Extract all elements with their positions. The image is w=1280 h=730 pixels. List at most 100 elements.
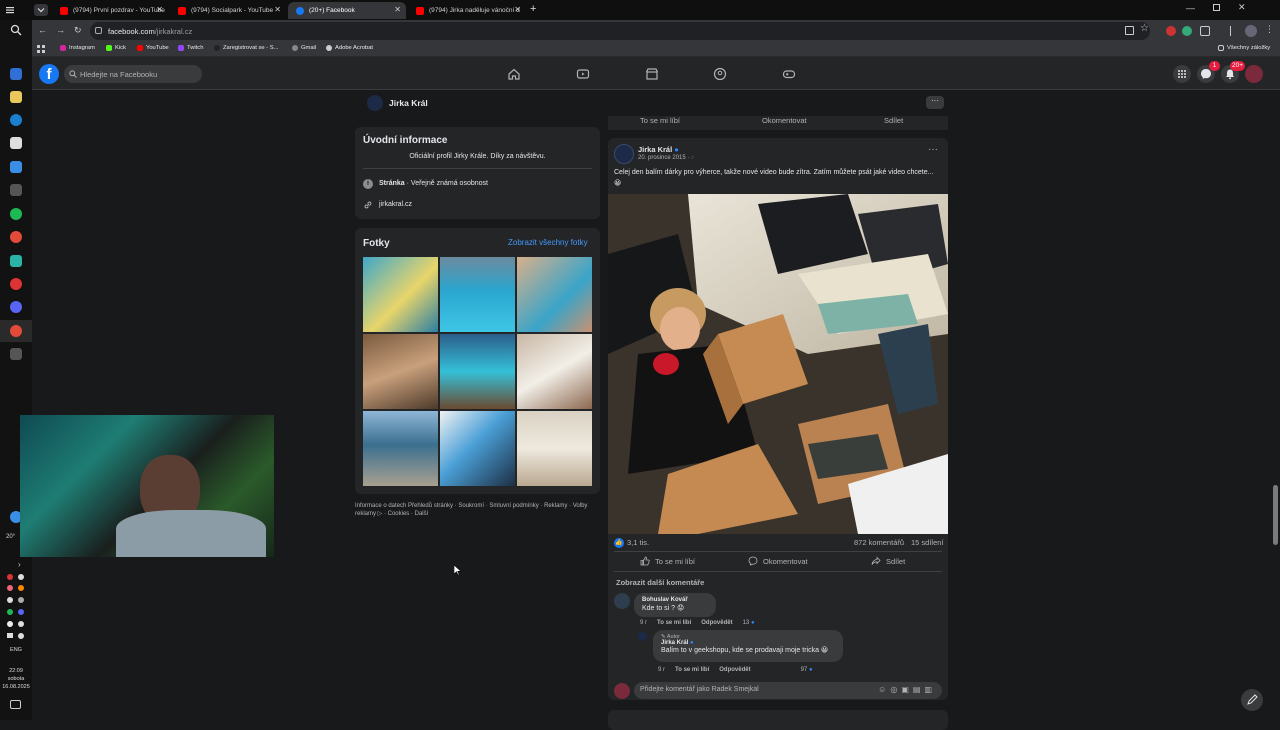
- shares-count[interactable]: 15 sdílení: [911, 538, 944, 547]
- extensions-puzzle-icon[interactable]: [1200, 26, 1210, 36]
- view-more-comments-link[interactable]: Zobrazit další komentáře: [616, 578, 704, 587]
- like-button[interactable]: To se mi líbí: [640, 116, 680, 125]
- current-user-avatar[interactable]: [614, 683, 630, 699]
- edge-icon[interactable]: [10, 114, 22, 126]
- url-field[interactable]: facebook.com/jirkakral.cz: [90, 22, 1150, 40]
- facebook-search-input[interactable]: Hledejte na Facebooku: [64, 65, 202, 83]
- reply-author-avatar[interactable]: [638, 632, 647, 641]
- comment-tools-icons[interactable]: ☺◎▣▤▥: [878, 685, 936, 694]
- bookmark-acrobat[interactable]: Adobe Acrobat: [326, 45, 373, 51]
- all-bookmarks[interactable]: Všechny záložky: [1218, 45, 1270, 51]
- bookmark-youtube[interactable]: YouTube: [137, 45, 169, 51]
- post-author-avatar[interactable]: [614, 144, 634, 164]
- reply-reactions[interactable]: 97 ●: [801, 667, 813, 673]
- close-icon[interactable]: ✕: [156, 5, 163, 14]
- app-icon-3[interactable]: [10, 255, 22, 267]
- bookmark-star-icon[interactable]: ☆: [1140, 23, 1149, 34]
- jetbrains-icon[interactable]: [10, 184, 22, 196]
- site-info-icon[interactable]: [95, 27, 102, 34]
- comment-time[interactable]: 9 r: [640, 620, 647, 626]
- windows-menu-icon[interactable]: [4, 4, 16, 16]
- extension-icon-2[interactable]: [1182, 26, 1192, 36]
- post-image[interactable]: [608, 194, 948, 534]
- close-icon[interactable]: ✕: [274, 5, 281, 14]
- back-icon[interactable]: ←: [38, 25, 47, 35]
- website-link[interactable]: jirkakral.cz: [379, 201, 412, 208]
- post-author[interactable]: Jirka Král ●: [638, 145, 679, 154]
- photo-thumbnail[interactable]: [363, 411, 438, 486]
- photo-thumbnail[interactable]: [363, 334, 438, 409]
- bookmark-instagram[interactable]: Instagram: [60, 45, 95, 51]
- search-icon[interactable]: [10, 24, 22, 36]
- browser-menu-icon[interactable]: ⋮: [1265, 24, 1274, 35]
- menu-grid-button[interactable]: [1173, 65, 1191, 83]
- photo-thumbnail[interactable]: [517, 411, 592, 486]
- comments-count[interactable]: 872 komentářů: [854, 538, 904, 547]
- obs-icon[interactable]: [10, 278, 22, 290]
- photo-thumbnail[interactable]: [440, 411, 515, 486]
- share-button[interactable]: Sdílet: [871, 556, 905, 566]
- groups-icon[interactable]: [713, 67, 727, 81]
- page-avatar[interactable]: [367, 95, 383, 111]
- photo-thumbnail[interactable]: [440, 334, 515, 409]
- maximize-icon[interactable]: [1213, 4, 1220, 11]
- new-tab-icon[interactable]: +: [530, 3, 536, 15]
- bookmark-register[interactable]: Zaregistrovat se - S...: [214, 45, 278, 51]
- notification-center-icon[interactable]: [10, 700, 21, 709]
- photo-thumbnail[interactable]: [517, 334, 592, 409]
- comment-reply-button[interactable]: Odpovědět: [701, 620, 732, 626]
- comment-author[interactable]: Bohuslav Kovář: [642, 597, 708, 603]
- photo-thumbnail[interactable]: [440, 257, 515, 332]
- folder-icon[interactable]: [10, 91, 22, 103]
- bookmark-gmail[interactable]: Gmail: [292, 45, 316, 51]
- clock[interactable]: 22:09 sobota 16.08.2025: [0, 667, 32, 691]
- more-options-button[interactable]: ···: [926, 96, 944, 109]
- discord-icon[interactable]: [10, 301, 22, 313]
- video-icon[interactable]: [576, 67, 590, 81]
- share-button[interactable]: Sdílet: [884, 116, 903, 125]
- spotify-icon[interactable]: [10, 208, 22, 220]
- comment-button[interactable]: Okomentovat: [748, 556, 808, 566]
- commenter-avatar[interactable]: [614, 593, 630, 609]
- extension-icon[interactable]: [1166, 26, 1176, 36]
- bookmark-twitch[interactable]: Twitch: [178, 45, 203, 51]
- comment-input[interactable]: Přidejte komentář jako Radek Smejkal ☺◎▣…: [634, 682, 942, 699]
- footer-links[interactable]: Informace o datech Přehledů stránky · So…: [355, 502, 600, 518]
- tab-groups-icon[interactable]: [1230, 26, 1240, 36]
- minimize-icon[interactable]: —: [1186, 3, 1195, 13]
- facebook-logo-icon[interactable]: f: [39, 64, 59, 84]
- page-scrollbar[interactable]: [1273, 485, 1278, 545]
- forward-icon[interactable]: →: [56, 25, 65, 35]
- app-icon-2[interactable]: [10, 161, 22, 173]
- close-icon[interactable]: ✕: [514, 5, 521, 14]
- photo-thumbnail[interactable]: [517, 257, 592, 332]
- close-icon[interactable]: ✕: [394, 5, 401, 14]
- page-name[interactable]: Jirka Král: [389, 98, 428, 108]
- tab-youtube-3[interactable]: (9794) Jirka naděluje vánoční d ✕: [408, 2, 526, 19]
- language-indicator[interactable]: ENG: [0, 647, 32, 653]
- post-more-options-icon[interactable]: ···: [928, 144, 938, 155]
- store-icon[interactable]: [10, 68, 22, 80]
- reload-icon[interactable]: ↻: [74, 25, 82, 36]
- see-all-photos-link[interactable]: Zobrazit všechny fotky: [508, 238, 588, 247]
- gaming-icon[interactable]: [782, 67, 796, 81]
- bookmark-kick[interactable]: Kick: [106, 45, 126, 51]
- tab-youtube-1[interactable]: (9794) První pozdrav - YouTube ✕: [52, 2, 168, 19]
- new-message-button[interactable]: [1241, 689, 1263, 711]
- close-window-icon[interactable]: ✕: [1238, 2, 1246, 13]
- home-icon[interactable]: [507, 67, 521, 81]
- chrome-active-icon[interactable]: [10, 325, 22, 337]
- tab-search-icon[interactable]: [34, 4, 48, 16]
- reply-like-button[interactable]: To se mi líbí: [675, 667, 709, 673]
- comment-button[interactable]: Okomentovat: [762, 116, 807, 125]
- app-icon[interactable]: [10, 137, 22, 149]
- profile-avatar[interactable]: [1245, 65, 1263, 83]
- marketplace-icon[interactable]: [645, 67, 659, 81]
- apps-grid-icon[interactable]: [37, 45, 45, 53]
- install-app-icon[interactable]: [1125, 26, 1134, 35]
- profile-avatar[interactable]: [1245, 25, 1257, 37]
- reply-reply-button[interactable]: Odpovědět: [719, 667, 750, 673]
- tab-youtube-2[interactable]: (9794) Socialpark - YouTube ✕: [170, 2, 286, 19]
- reaction-count[interactable]: 3,1 tis.: [627, 538, 649, 547]
- post-date[interactable]: 20. prosince 2015 · ◌: [638, 155, 695, 161]
